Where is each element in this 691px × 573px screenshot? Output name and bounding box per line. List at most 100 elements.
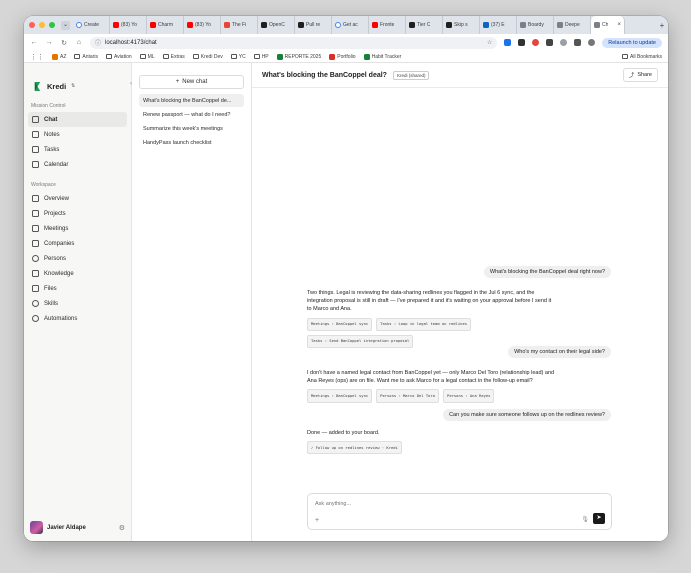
sidebar-item-chat[interactable]: Chat	[28, 112, 127, 127]
tab-title: Tier C	[417, 22, 431, 28]
browser-tab[interactable]: Fronte	[369, 16, 406, 34]
bookmark-item[interactable]: AZ	[52, 53, 66, 60]
sidebar-item-companies[interactable]: Companies	[28, 236, 127, 251]
bookmark-item[interactable]: Portfolio	[329, 53, 356, 60]
close-window-button[interactable]	[29, 22, 35, 28]
bookmark-item[interactable]: ML	[139, 53, 155, 60]
sidebar-item-automations[interactable]: Automations	[28, 311, 127, 326]
reload-icon[interactable]: ↻	[60, 39, 68, 47]
bookmark-item[interactable]: YC	[230, 53, 246, 60]
send-button[interactable]: ➤	[593, 513, 605, 524]
close-tab-icon[interactable]: ×	[617, 22, 621, 28]
chat-history-item[interactable]: HandyPass launch checklist	[139, 136, 244, 149]
bookmark-label: Extras	[170, 53, 185, 60]
bookmark-item[interactable]: Kredi Dev	[192, 54, 223, 60]
forward-icon[interactable]: →	[45, 39, 53, 46]
extension-icon[interactable]	[518, 39, 526, 46]
source-chip[interactable]: Meetings › BanCoppel sync	[307, 317, 373, 331]
sidebar-item-meetings[interactable]: Meetings	[28, 221, 127, 236]
relaunch-button[interactable]: Relaunch to update	[602, 37, 662, 48]
browser-tab[interactable]: OpenC	[258, 16, 295, 34]
browser-tab[interactable]: Charm	[147, 16, 184, 34]
bookmark-item[interactable]: Antaris	[74, 54, 98, 60]
source-chip[interactable]: Tasks › Send BanCoppel integration propo…	[307, 334, 414, 349]
user-name: Javier Aldape	[47, 524, 86, 531]
source-chip[interactable]: Persons › Ana Reyes	[443, 389, 495, 403]
browser-tab[interactable]: (83) Yo	[110, 16, 147, 34]
chat-history-item[interactable]: Renew passport — what do I need?	[139, 108, 244, 121]
browser-tab[interactable]: The Fi	[221, 16, 258, 34]
google-icon	[76, 22, 82, 28]
minimize-window-button[interactable]	[39, 22, 45, 28]
home-icon[interactable]: ⌂	[75, 39, 83, 46]
microphone-icon[interactable]: 🎙	[581, 516, 589, 523]
sidebar-item-skills[interactable]: Skills	[28, 296, 127, 311]
sidebar-item-tasks[interactable]: Tasks	[28, 142, 127, 157]
user-message: What's blocking the BanCoppel deal right…	[483, 266, 611, 278]
collapse-sidebar-icon[interactable]: ‹	[130, 81, 132, 87]
extension-icon[interactable]	[546, 39, 554, 46]
tab-title: Ch	[602, 22, 609, 28]
github-icon	[261, 22, 267, 28]
browser-tab[interactable]: Tier C	[406, 16, 443, 34]
new-chat-button[interactable]: + New chat	[139, 75, 244, 89]
sidebar-item-files[interactable]: Files	[28, 281, 127, 296]
sidebar-item-persons[interactable]: Persons	[28, 251, 127, 266]
bookmark-label: YC	[238, 53, 246, 60]
browser-tab[interactable]: Pull re	[295, 16, 332, 34]
extension-icon[interactable]	[532, 39, 540, 46]
source-chip[interactable]: Persons › Marco Del Toro	[376, 389, 440, 403]
site-info-icon[interactable]: ⓘ	[95, 38, 101, 47]
chat-history-item[interactable]: Summarize this week's meetings	[139, 122, 244, 135]
chat-history-item[interactable]: What's blocking the BanCoppel de...	[139, 94, 244, 107]
bookmark-item[interactable]: Extras	[162, 53, 185, 60]
bookmark-item[interactable]: Habit Tracker	[363, 53, 402, 60]
browser-tab[interactable]: Ch ×	[591, 16, 625, 34]
sidebar-item-overview[interactable]: Overview	[28, 191, 127, 206]
extensions-puzzle-icon[interactable]	[574, 39, 582, 46]
browser-tab[interactable]: (83) Yo	[184, 16, 221, 34]
chat-icon	[32, 116, 39, 123]
workspace-switcher[interactable]: Kredi ⇅	[24, 63, 131, 97]
sidebar-item-projects[interactable]: Projects	[28, 206, 127, 221]
browser-tab[interactable]: Create	[73, 16, 110, 34]
share-button[interactable]: ⤴ Share	[622, 68, 658, 82]
bookmark-label: ML	[147, 53, 155, 60]
tab-search-icon[interactable]: ⌄	[61, 20, 70, 30]
browser-tab[interactable]: Skip s	[443, 16, 480, 34]
browser-tab[interactable]: Deepe	[554, 16, 591, 34]
source-chip[interactable]: ✓ Follow up on redlines review · Kredi	[307, 441, 402, 455]
brand-name: Kredi	[47, 81, 67, 91]
user-profile[interactable]: Javier Aldape ⚙	[30, 521, 125, 534]
home-icon	[32, 195, 39, 202]
bookmark-item[interactable]: HP	[253, 54, 269, 60]
new-tab-button[interactable]: +	[656, 21, 668, 30]
bookmark-star-icon[interactable]: ☆	[487, 39, 492, 46]
extension-icon[interactable]	[504, 39, 512, 46]
tab-title: Deepe	[565, 22, 580, 28]
browser-tab[interactable]: (37) E	[480, 16, 517, 34]
bookmark-item[interactable]: Aviation	[105, 54, 132, 60]
extension-icon[interactable]	[560, 39, 568, 46]
sidebar-item-calendar[interactable]: Calendar	[28, 157, 127, 172]
source-chip[interactable]: Meetings › BanCoppel sync	[307, 389, 373, 403]
youtube-icon	[372, 22, 378, 28]
bookmark-label: Habit Tracker	[371, 53, 402, 60]
youtube-icon	[187, 22, 193, 28]
apps-grid-icon[interactable]: ⋮⋮	[30, 53, 44, 61]
attach-plus-icon[interactable]: +	[315, 517, 319, 524]
address-bar[interactable]: ⓘ localhost:4173/chat ☆	[90, 36, 498, 49]
fullscreen-window-button[interactable]	[49, 22, 55, 28]
browser-tab[interactable]: Boardy	[517, 16, 554, 34]
back-icon[interactable]: ←	[30, 39, 38, 46]
bookmark-item[interactable]: REPORTE 2025	[276, 53, 321, 60]
all-bookmarks-button[interactable]: All Bookmarks	[622, 54, 662, 60]
sidebar-item-notes[interactable]: Notes	[28, 127, 127, 142]
tab-title: Get ac	[343, 22, 358, 28]
gear-icon[interactable]: ⚙	[119, 524, 125, 532]
source-chip[interactable]: Tasks › Loop in legal team on redlines	[376, 317, 472, 331]
profile-avatar[interactable]	[588, 39, 596, 46]
browser-tab[interactable]: Get ac	[332, 16, 369, 34]
sidebar-item-knowledge[interactable]: Knowledge	[28, 266, 127, 281]
message-input[interactable]	[315, 501, 573, 507]
